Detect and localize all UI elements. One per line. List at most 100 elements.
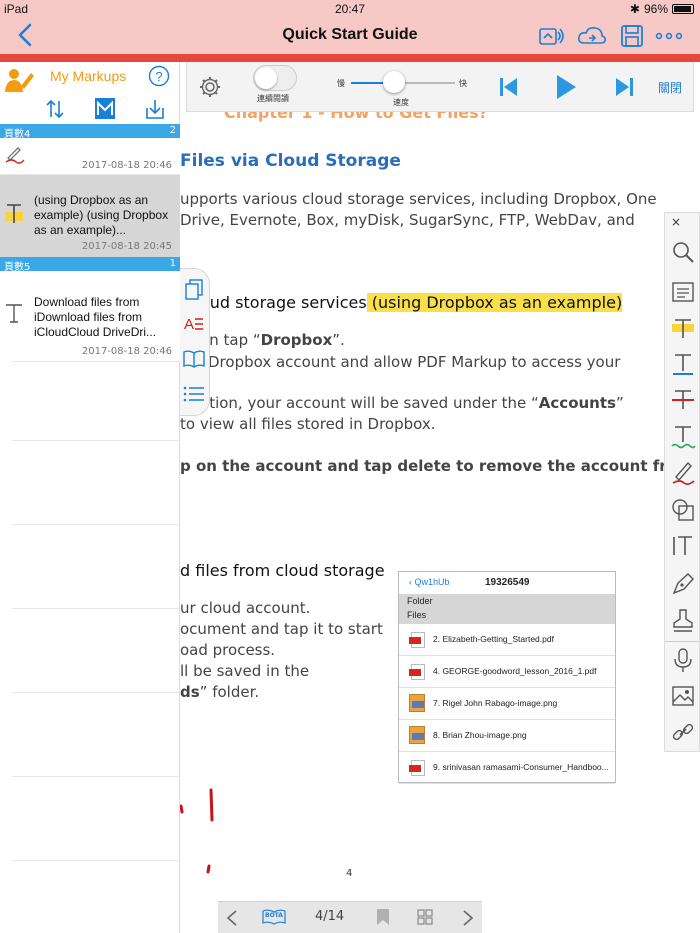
cloud-sync-icon[interactable] bbox=[576, 24, 608, 48]
strikethrough-tool-icon[interactable] bbox=[670, 387, 696, 413]
markup-filter-icon[interactable] bbox=[94, 96, 116, 120]
book-view-icon[interactable] bbox=[183, 349, 205, 369]
squiggly-underline-icon[interactable] bbox=[670, 423, 696, 449]
nav-bar: Quick Start Guide bbox=[0, 18, 700, 54]
bota-icon[interactable]: BOTA bbox=[262, 909, 286, 925]
paragraph-line: upports various cloud storage services, … bbox=[180, 190, 657, 208]
next-page-icon[interactable] bbox=[462, 909, 474, 927]
toggle-knob bbox=[255, 67, 277, 89]
page-group-count: 2 bbox=[169, 125, 176, 136]
continuous-read-toggle[interactable] bbox=[253, 65, 297, 91]
image-file-icon bbox=[409, 694, 425, 712]
text-run: ”. bbox=[332, 331, 345, 349]
page-indicator: 4/14 bbox=[315, 909, 345, 924]
battery-percent: 96% bbox=[643, 2, 668, 16]
list-icon[interactable] bbox=[183, 385, 205, 403]
divider bbox=[12, 860, 179, 861]
markup-list-item[interactable]: 2017-08-18 20:46 bbox=[0, 138, 180, 174]
bluetooth-icon: ✱ bbox=[629, 2, 640, 16]
highlight-markup[interactable]: (using Dropbox as an example) bbox=[366, 293, 623, 312]
skip-previous-icon[interactable] bbox=[499, 76, 519, 98]
text-run: ” folder. bbox=[199, 683, 260, 701]
embedded-file-list-image: ‹ Qw1hUb 19326549 Folder Files 2. Elizab… bbox=[398, 571, 616, 784]
skip-next-icon[interactable] bbox=[614, 76, 634, 98]
page-group-count: 1 bbox=[169, 258, 176, 269]
embedded-file-row: 8. Brian Zhou-image.png bbox=[399, 720, 615, 752]
pdf-file-icon bbox=[409, 760, 425, 776]
page-group-header[interactable]: 頁數5 1 bbox=[0, 257, 180, 273]
copy-pages-icon[interactable] bbox=[184, 279, 204, 301]
stamp-icon[interactable] bbox=[670, 607, 696, 633]
divider bbox=[12, 608, 179, 609]
highlight-tool-icon[interactable] bbox=[670, 315, 696, 341]
pdf-file-icon bbox=[409, 632, 425, 648]
save-icon[interactable] bbox=[618, 24, 646, 48]
text-markup-icon bbox=[6, 304, 22, 323]
divider bbox=[12, 440, 179, 441]
divider bbox=[12, 524, 179, 525]
battery-icon bbox=[672, 4, 694, 14]
embedded-file-row: 2. Elizabeth-Getting_Started.pdf bbox=[399, 624, 615, 656]
bottom-page-bar: BOTA 4/14 bbox=[218, 901, 482, 933]
play-icon[interactable] bbox=[555, 74, 577, 100]
image-insert-icon[interactable] bbox=[670, 683, 696, 709]
paragraph-line: Dropbox account and allow PDF Markup to … bbox=[208, 353, 621, 371]
paragraph-line: en tap “Dropbox”. bbox=[200, 331, 345, 349]
freehand-pencil-icon[interactable] bbox=[670, 459, 696, 485]
paragraph-line: Drive, Evernote, Box, myDisk, SugarSync,… bbox=[180, 211, 635, 229]
search-icon[interactable] bbox=[670, 239, 696, 265]
page-group-header[interactable]: 頁數4 2 bbox=[0, 124, 180, 140]
paragraph-line: ds” folder. bbox=[180, 683, 259, 701]
subheading-cloud-services: oud storage services (using Dropbox as a… bbox=[200, 293, 623, 312]
image-file-icon bbox=[409, 726, 425, 744]
speed-label: 速度 bbox=[393, 98, 409, 107]
link-icon[interactable] bbox=[670, 719, 696, 745]
nav-accent-bar bbox=[0, 54, 700, 62]
paragraph-line: p on the account and tap delete to remov… bbox=[180, 457, 693, 475]
highlight-text-icon bbox=[5, 204, 23, 223]
continuous-read-label: 連續閱讀 bbox=[257, 94, 289, 103]
markup-text: Download files from iDownload files from… bbox=[34, 295, 157, 339]
close-icon[interactable]: × bbox=[671, 215, 681, 229]
pdf-file-icon bbox=[409, 664, 425, 680]
shapes-icon[interactable] bbox=[670, 497, 696, 523]
microphone-icon[interactable] bbox=[670, 647, 696, 673]
bookmark-icon[interactable] bbox=[376, 908, 390, 926]
thumbnail-grid-icon[interactable] bbox=[417, 909, 433, 925]
embedded-files-label: Files bbox=[407, 610, 427, 620]
markup-date: 2017-08-18 20:46 bbox=[81, 160, 172, 171]
close-reading-button[interactable]: 關閉 bbox=[658, 79, 682, 96]
previous-page-icon[interactable] bbox=[226, 909, 238, 927]
text-to-speech-icon[interactable] bbox=[538, 24, 566, 48]
divider bbox=[12, 692, 179, 693]
markup-list-item[interactable]: Download files from iDownload files from… bbox=[0, 271, 180, 361]
underline-tool-icon[interactable] bbox=[670, 351, 696, 377]
help-icon[interactable]: ? bbox=[148, 65, 170, 87]
settings-gear-icon[interactable] bbox=[199, 76, 221, 98]
status-right: ✱ 96% bbox=[630, 2, 694, 16]
page-number: 4 bbox=[346, 868, 353, 879]
embedded-back-link: ‹ Qw1hUb bbox=[409, 577, 450, 587]
pen-signature-icon[interactable] bbox=[670, 571, 696, 597]
export-download-icon[interactable] bbox=[144, 98, 166, 120]
ink-markup[interactable] bbox=[180, 782, 230, 882]
text-annotation-icon[interactable]: A bbox=[183, 313, 205, 335]
user-markup-icon bbox=[5, 69, 34, 92]
markup-list-item-selected[interactable]: (using Dropbox as an example) (using Dro… bbox=[0, 175, 180, 257]
embedded-file-name: 2. Elizabeth-Getting_Started.pdf bbox=[433, 634, 554, 644]
bold-run: Dropbox bbox=[260, 331, 333, 349]
markups-sidebar: My Markups ? 頁數4 2 2017-08-18 20:46 (usi… bbox=[0, 62, 180, 933]
note-icon[interactable] bbox=[670, 279, 696, 305]
embedded-back-label: Qw1hUb bbox=[414, 577, 450, 587]
sort-icon[interactable] bbox=[44, 98, 66, 120]
more-options-icon[interactable] bbox=[654, 24, 684, 48]
sidebar-title: My Markups bbox=[50, 68, 127, 84]
bold-run: Accounts bbox=[538, 394, 616, 412]
subheading-text: oud storage services bbox=[200, 293, 367, 312]
speed-slider-thumb[interactable] bbox=[383, 71, 405, 93]
markup-text: (using Dropbox as an example) (using Dro… bbox=[34, 193, 169, 237]
paragraph-line: ll be saved in the bbox=[180, 662, 310, 680]
text-box-icon[interactable] bbox=[670, 533, 696, 559]
svg-text:A: A bbox=[184, 316, 194, 333]
subheading-download: d files from cloud storage bbox=[180, 561, 385, 580]
